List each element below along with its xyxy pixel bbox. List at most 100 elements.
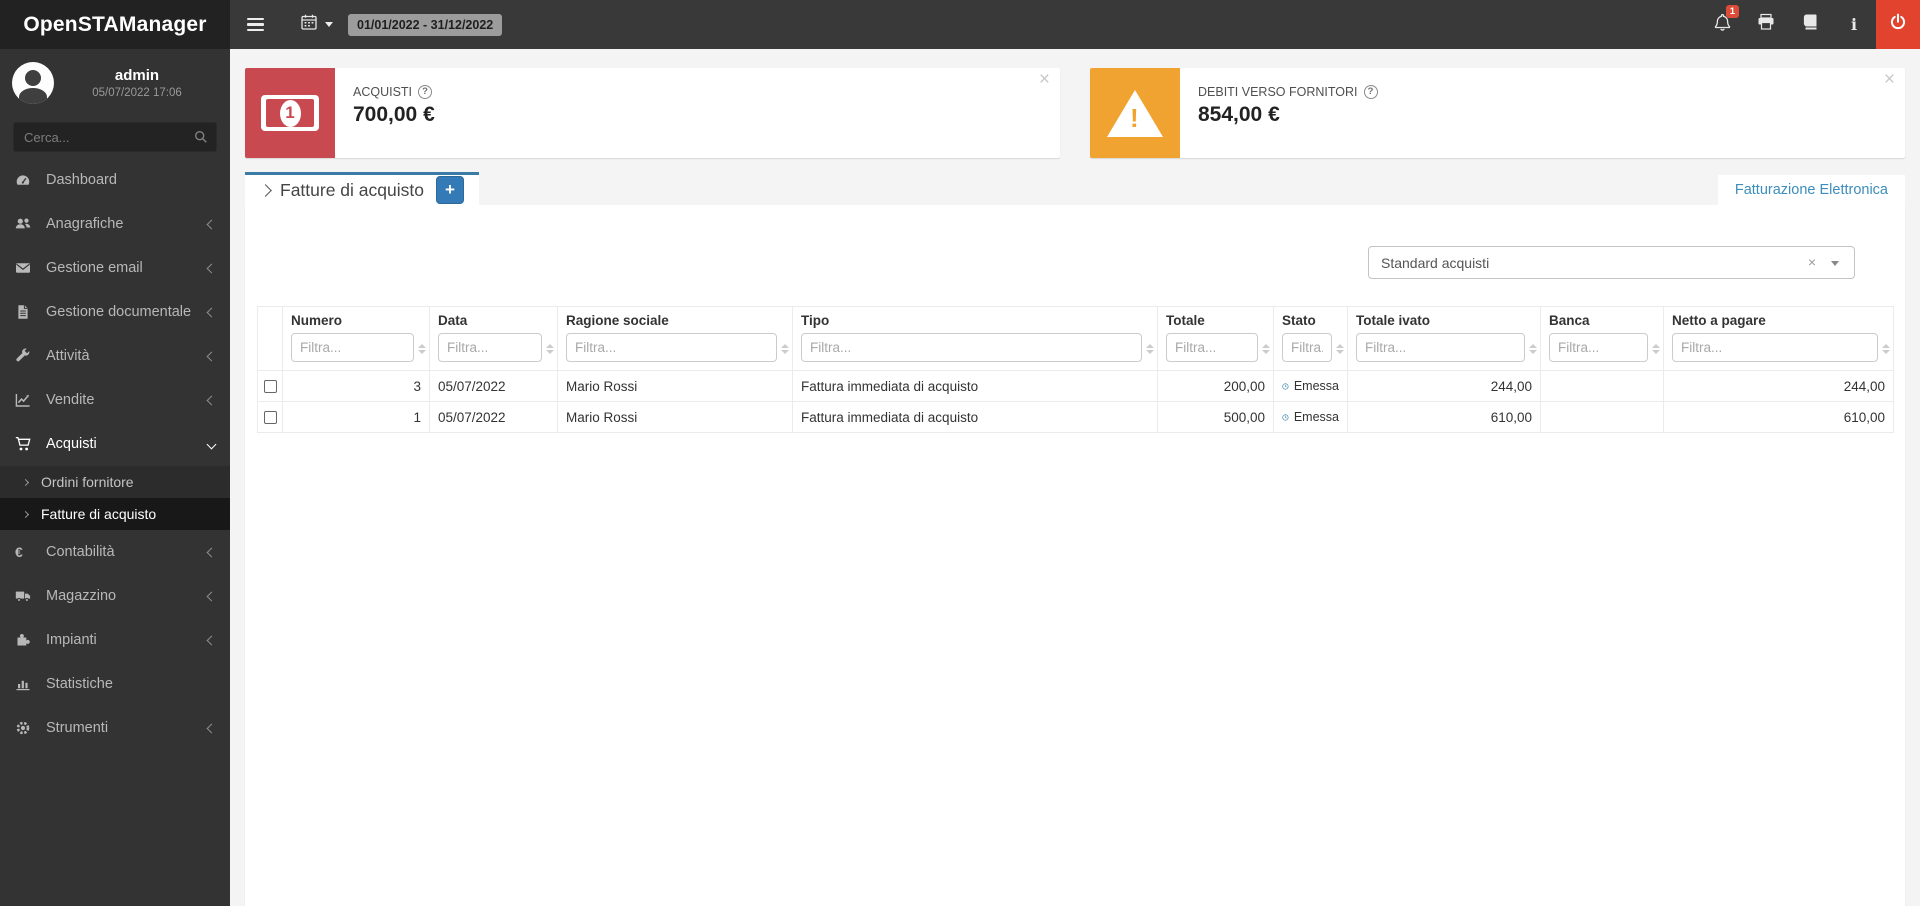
sidebar-item-statistiche[interactable]: Statistiche bbox=[0, 662, 230, 706]
gear-icon bbox=[15, 720, 37, 736]
sidebar-subitem-ordini-fornitore[interactable]: Ordini fornitore bbox=[0, 466, 230, 498]
info-box-debiti: DEBITI VERSO FORNITORI 854,00 € bbox=[1090, 68, 1905, 158]
sidebar-item-impianti[interactable]: Impianti bbox=[0, 618, 230, 662]
sidebar-item-attivita[interactable]: Attività bbox=[0, 334, 230, 378]
row-checkbox[interactable] bbox=[263, 411, 277, 425]
info-box-value: 854,00 € bbox=[1198, 103, 1280, 126]
row-checkbox[interactable] bbox=[263, 380, 277, 394]
clear-icon[interactable] bbox=[1808, 254, 1816, 270]
user-name: admin bbox=[114, 67, 160, 84]
sidebar-item-label: Magazzino bbox=[46, 588, 117, 604]
table-row[interactable]: 1 05/07/2022 Mario Rossi Fattura immedia… bbox=[257, 401, 1894, 433]
filter-input-totale-ivato[interactable] bbox=[1356, 333, 1525, 362]
warning-icon bbox=[1090, 68, 1180, 158]
column-header-stato[interactable]: Stato bbox=[1273, 306, 1348, 371]
avatar bbox=[12, 62, 54, 104]
sidebar-subitem-fatture-di-acquisto[interactable]: Fatture di acquisto bbox=[0, 498, 230, 530]
search-input[interactable] bbox=[13, 122, 217, 152]
filter-input-tipo[interactable] bbox=[801, 333, 1142, 362]
sidebar-item-label: Gestione email bbox=[46, 260, 143, 276]
manual-button[interactable] bbox=[1788, 0, 1832, 49]
money-bill-icon bbox=[245, 68, 335, 158]
sidebar-item-label: Contabilità bbox=[46, 544, 115, 560]
chevron-right-icon bbox=[21, 478, 30, 486]
sidebar-item-label: Anagrafiche bbox=[46, 216, 124, 232]
book-icon bbox=[1801, 13, 1819, 36]
info-box-label: ACQUISTI bbox=[353, 85, 413, 99]
help-icon[interactable] bbox=[418, 85, 433, 99]
sort-icons bbox=[1882, 344, 1890, 354]
sidebar-item-gestione-email[interactable]: Gestione email bbox=[0, 246, 230, 290]
chevron-left-icon bbox=[206, 591, 217, 601]
column-header-numero[interactable]: Numero bbox=[282, 306, 430, 371]
print-button[interactable] bbox=[1744, 0, 1788, 49]
column-header-tipo[interactable]: Tipo bbox=[792, 306, 1158, 371]
invoices-table: Numero Data Ragione sociale bbox=[257, 306, 1894, 433]
filter-input-data[interactable] bbox=[438, 333, 542, 362]
sidebar-item-label: Statistiche bbox=[46, 676, 113, 692]
dashboard-icon bbox=[15, 172, 37, 188]
envelope-icon bbox=[15, 260, 37, 276]
clock-icon bbox=[1282, 413, 1289, 421]
add-invoice-button[interactable]: + bbox=[435, 176, 464, 204]
column-header-netto-a-pagare[interactable]: Netto a pagare bbox=[1663, 306, 1894, 371]
filter-input-totale[interactable] bbox=[1166, 333, 1258, 362]
sort-icons bbox=[1652, 344, 1660, 354]
view-select[interactable]: Standard acquisti bbox=[1368, 246, 1855, 279]
sort-icons bbox=[1146, 344, 1154, 354]
sidebar-item-label: Impianti bbox=[46, 632, 97, 648]
filter-input-ragione-sociale[interactable] bbox=[566, 333, 777, 362]
close-icon[interactable] bbox=[1884, 69, 1895, 91]
caret-down-icon bbox=[1831, 261, 1839, 266]
sidebar-item-magazzino[interactable]: Magazzino bbox=[0, 574, 230, 618]
column-header-ragione-sociale[interactable]: Ragione sociale bbox=[557, 306, 793, 371]
info-icon bbox=[1851, 15, 1857, 35]
view-select-value: Standard acquisti bbox=[1381, 254, 1490, 271]
column-header-totale[interactable]: Totale bbox=[1157, 306, 1274, 371]
column-header-banca[interactable]: Banca bbox=[1540, 306, 1664, 371]
filter-input-netto-a-pagare[interactable] bbox=[1672, 333, 1878, 362]
status-badge: Emessa bbox=[1282, 408, 1339, 427]
sidebar-item-contabilita[interactable]: Contabilità bbox=[0, 530, 230, 574]
tab-fatture-di-acquisto[interactable]: Fatture di acquisto + bbox=[245, 172, 479, 205]
table-row[interactable]: 3 05/07/2022 Mario Rossi Fattura immedia… bbox=[257, 370, 1894, 402]
info-box-acquisti: ACQUISTI 700,00 € bbox=[245, 68, 1060, 158]
chevron-right-icon bbox=[21, 510, 30, 518]
sort-icons bbox=[1529, 344, 1537, 354]
logout-button[interactable] bbox=[1876, 0, 1920, 49]
chevron-left-icon bbox=[206, 395, 217, 405]
app-logo[interactable]: OpenSTAManager bbox=[0, 0, 230, 49]
sidebar-item-gestione-documentale[interactable]: Gestione documentale bbox=[0, 290, 230, 334]
sidebar-item-dashboard[interactable]: Dashboard bbox=[0, 158, 230, 202]
filter-input-stato[interactable] bbox=[1282, 333, 1332, 362]
column-header-totale-ivato[interactable]: Totale ivato bbox=[1347, 306, 1541, 371]
sort-icons bbox=[1262, 344, 1270, 354]
chevron-left-icon bbox=[206, 307, 217, 317]
users-icon bbox=[15, 216, 37, 232]
info-box-value: 700,00 € bbox=[353, 103, 435, 126]
topbar: 01/01/2022 - 31/12/2022 1 bbox=[230, 0, 1920, 49]
sidebar-subitem-label: Ordini fornitore bbox=[41, 474, 134, 490]
sidebar-subitem-label: Fatture di acquisto bbox=[41, 506, 157, 522]
power-icon bbox=[1889, 13, 1907, 36]
content-panel: Standard acquisti Numero bbox=[245, 205, 1905, 906]
sidebar-item-label: Gestione documentale bbox=[46, 304, 192, 320]
sidebar-item-acquisti[interactable]: Acquisti bbox=[0, 422, 230, 466]
sidebar-item-vendite[interactable]: Vendite bbox=[0, 378, 230, 422]
help-icon[interactable] bbox=[1363, 85, 1378, 99]
sidebar-item-anagrafiche[interactable]: Anagrafiche bbox=[0, 202, 230, 246]
column-header-data[interactable]: Data bbox=[429, 306, 558, 371]
sidebar-item-strumenti[interactable]: Strumenti bbox=[0, 706, 230, 750]
calendar-button[interactable] bbox=[300, 13, 333, 36]
notifications-button[interactable]: 1 bbox=[1700, 0, 1744, 49]
hamburger-menu-button[interactable] bbox=[232, 0, 278, 49]
fatturazione-elettronica-link[interactable]: Fatturazione Elettronica bbox=[1735, 182, 1888, 198]
info-button[interactable] bbox=[1832, 0, 1876, 49]
sidebar-search bbox=[13, 122, 217, 152]
filter-input-numero[interactable] bbox=[291, 333, 414, 362]
filter-input-banca[interactable] bbox=[1549, 333, 1648, 362]
close-icon[interactable] bbox=[1039, 69, 1050, 91]
chevron-left-icon bbox=[206, 547, 217, 557]
info-box-label: DEBITI VERSO FORNITORI bbox=[1198, 85, 1358, 99]
status-badge: Emessa bbox=[1282, 377, 1339, 396]
